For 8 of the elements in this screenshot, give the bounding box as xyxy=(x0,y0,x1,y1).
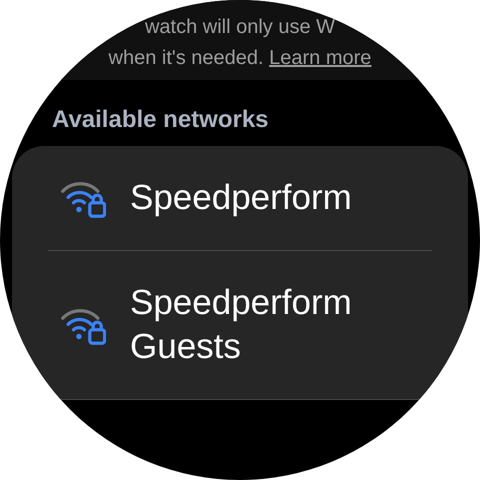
info-text: when it's needed. xyxy=(108,47,264,69)
network-name: Speedperform Guests xyxy=(130,282,353,368)
network-item[interactable]: Speedperform xyxy=(48,146,432,251)
section-title: Available networks xyxy=(52,105,270,135)
info-text: watch will only use W xyxy=(144,16,336,38)
network-name: Speedperform xyxy=(130,177,352,219)
learn-more-link[interactable]: Learn more xyxy=(269,47,372,69)
network-item[interactable]: Speedperform Guests xyxy=(48,251,432,400)
